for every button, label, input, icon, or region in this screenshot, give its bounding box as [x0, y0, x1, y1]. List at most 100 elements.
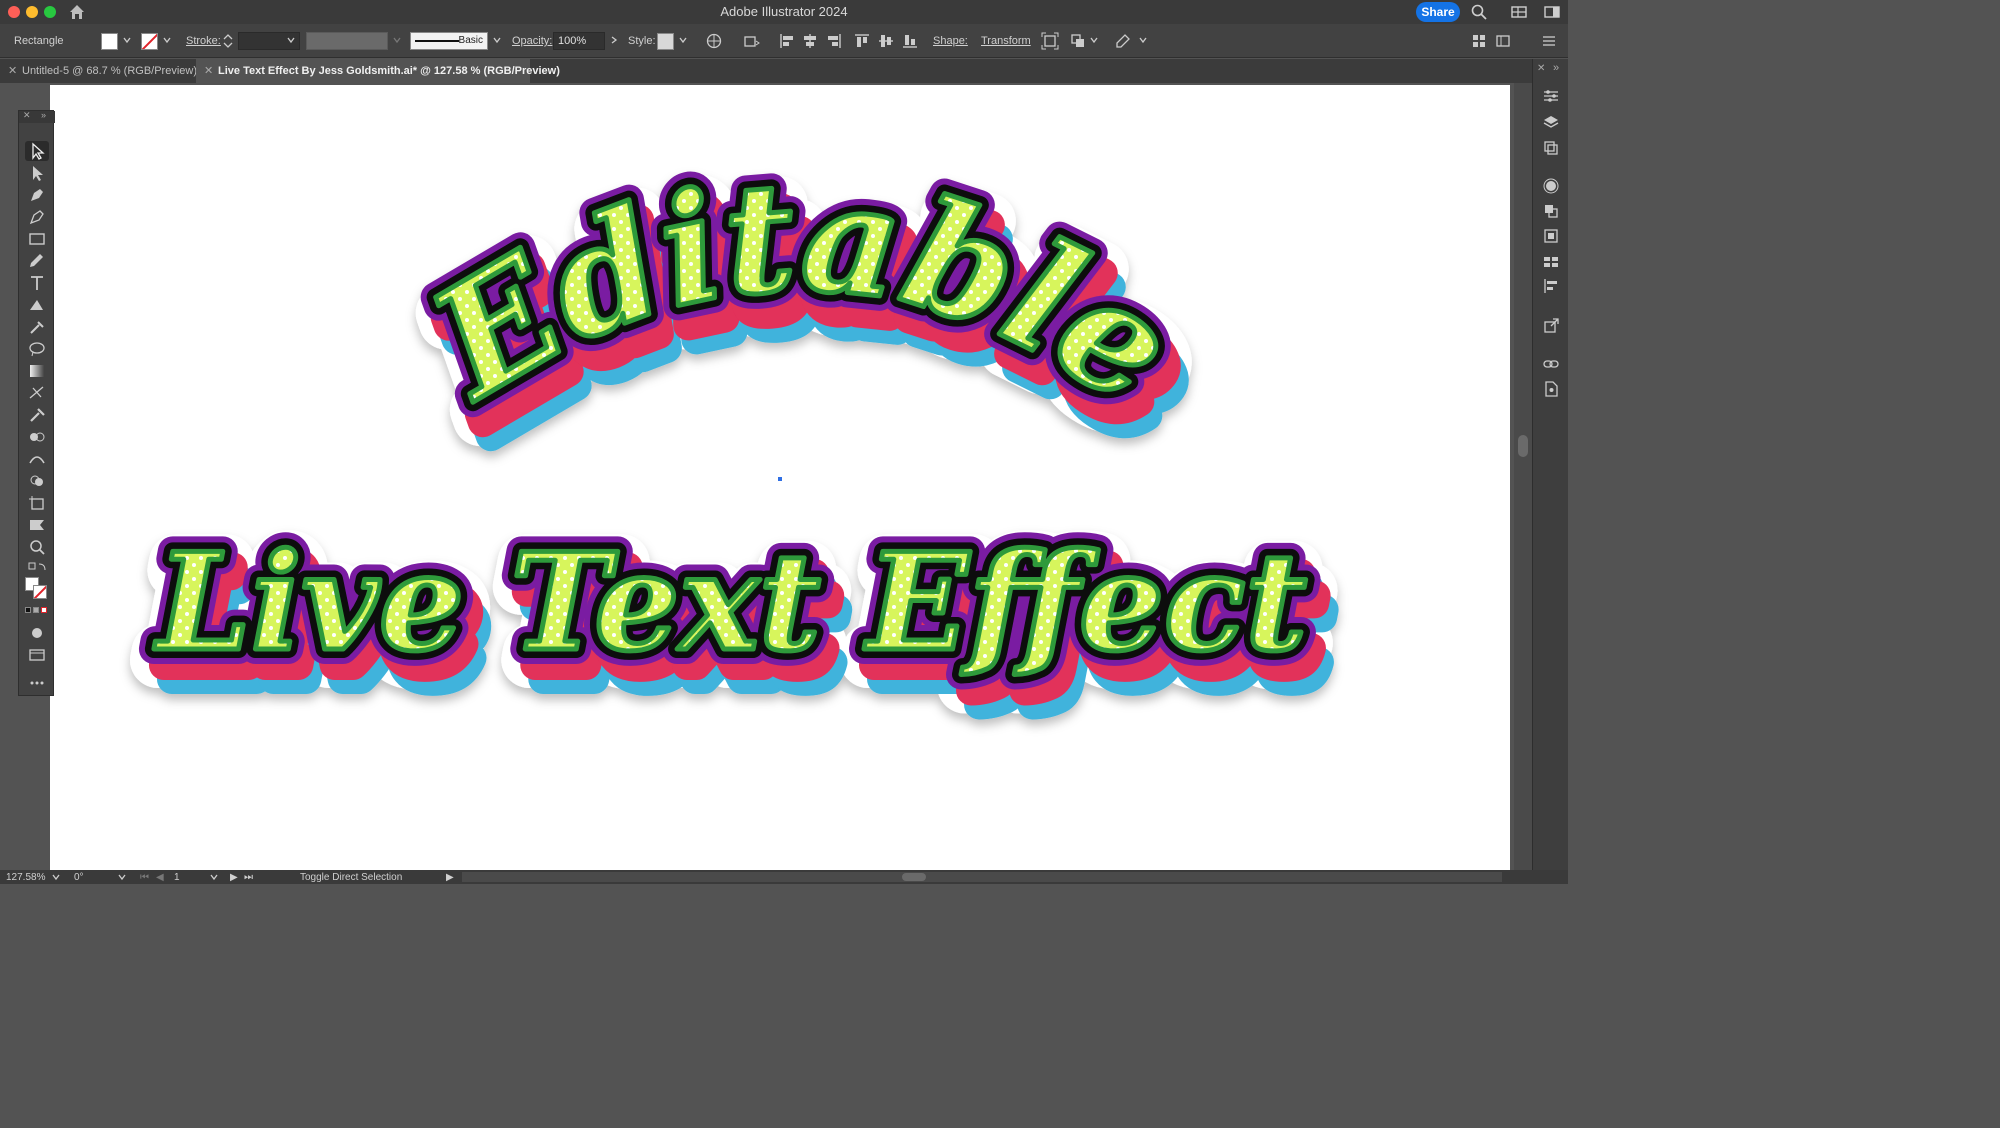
transform-panel-icon[interactable]: [1542, 227, 1560, 245]
recolor-artwork-icon[interactable]: [705, 32, 723, 50]
artboard-tool[interactable]: [25, 493, 49, 513]
swap-fill-stroke-icon[interactable]: [25, 557, 49, 571]
properties-icon[interactable]: [1542, 87, 1560, 105]
more-tools-icon[interactable]: [25, 673, 49, 693]
artboard-number[interactable]: 1: [174, 870, 180, 884]
tab-live-text-effect[interactable]: ✕ Live Text Effect By Jess Goldsmith.ai*…: [196, 59, 560, 83]
pathfinder-icon[interactable]: [1542, 202, 1560, 220]
artwork-canvas[interactable]: Editable Editable Editable Editable Edit…: [50, 85, 1510, 870]
gradient-tool[interactable]: [25, 361, 49, 381]
close-dock-icon[interactable]: ✕: [1537, 63, 1545, 74]
direct-selection-tool[interactable]: [25, 163, 49, 183]
tab-untitled-5[interactable]: ✕ Untitled-5 @ 68.7 % (RGB/Preview): [0, 59, 197, 83]
first-artboard-icon[interactable]: ⏮: [140, 870, 149, 884]
chevron-down-icon[interactable]: [1139, 36, 1147, 44]
chevron-right-icon[interactable]: [610, 36, 618, 44]
status-menu-icon[interactable]: ▶: [446, 870, 454, 884]
pencil-tool[interactable]: [25, 251, 49, 271]
document-info-icon[interactable]: [1542, 380, 1560, 398]
menu-icon[interactable]: [1540, 32, 1558, 50]
search-icon[interactable]: [1470, 3, 1488, 21]
expand-dock-icon[interactable]: »: [1553, 62, 1559, 74]
last-artboard-icon[interactable]: ⏭: [244, 870, 253, 884]
pen-tool[interactable]: [25, 185, 49, 205]
chevron-down-icon[interactable]: [123, 36, 131, 44]
libraries-icon[interactable]: [1542, 139, 1560, 157]
align-to-icon[interactable]: [742, 32, 760, 50]
fill-swatch[interactable]: [101, 33, 118, 50]
variable-width-profile[interactable]: [306, 32, 388, 50]
expand-panel-icon[interactable]: »: [41, 110, 46, 120]
draw-mode-tool[interactable]: [25, 623, 49, 643]
vertical-scrollbar[interactable]: [1514, 83, 1532, 870]
shaper-tool[interactable]: [25, 295, 49, 315]
rotation-value[interactable]: 0°: [74, 870, 84, 884]
tools-panel-header[interactable]: ✕ »: [19, 110, 55, 123]
slice-tool[interactable]: [25, 515, 49, 535]
chevron-down-icon[interactable]: [52, 873, 60, 881]
eyedropper-tool[interactable]: [25, 317, 49, 337]
previous-artboard-icon[interactable]: ◀: [156, 870, 164, 884]
layers-icon[interactable]: [1542, 113, 1560, 131]
export-icon[interactable]: [1542, 317, 1560, 335]
width-tool[interactable]: [25, 449, 49, 469]
mesh-tool[interactable]: [25, 383, 49, 403]
chevron-down-icon[interactable]: [287, 36, 295, 44]
edit-toolbar-icon[interactable]: [1114, 32, 1132, 50]
graphic-style-swatch[interactable]: [657, 33, 674, 50]
chevron-down-icon[interactable]: [1090, 36, 1098, 44]
stroke-swatch[interactable]: [141, 33, 158, 50]
chevron-down-icon[interactable]: [393, 36, 401, 44]
align-panel-icon[interactable]: [1542, 277, 1560, 295]
shape-label[interactable]: Shape:: [933, 24, 968, 58]
arched-editable-text[interactable]: Editable Editable Editable Editable Edit…: [381, 133, 1238, 487]
panel-toggle-icon[interactable]: [1543, 3, 1561, 21]
scroll-thumb[interactable]: [1518, 435, 1528, 457]
close-panel-icon[interactable]: ✕: [23, 110, 31, 121]
stroke-label[interactable]: Stroke:: [186, 24, 221, 58]
isolate-icon[interactable]: [1041, 32, 1059, 50]
align-top-icon[interactable]: [853, 32, 871, 50]
live-text-effect-text[interactable]: Live Text Effect Live Text Effect Live T…: [129, 506, 1340, 726]
shape-builder-tool[interactable]: [25, 471, 49, 491]
align-center-icon[interactable]: [801, 32, 819, 50]
next-artboard-icon[interactable]: ▶: [230, 870, 238, 884]
zoom-tool[interactable]: [25, 537, 49, 557]
align-middle-icon[interactable]: [877, 32, 895, 50]
selection-center-point[interactable]: [778, 477, 782, 481]
selection-tool[interactable]: [25, 141, 49, 161]
panel-options-icon[interactable]: [1494, 32, 1512, 50]
chevron-down-icon[interactable]: [163, 36, 171, 44]
align-left-icon[interactable]: [778, 32, 796, 50]
arrange-icon[interactable]: [1069, 32, 1087, 50]
rectangle-tool[interactable]: [25, 229, 49, 249]
blend-tool[interactable]: [25, 427, 49, 447]
screen-mode-tool[interactable]: [25, 645, 49, 665]
opacity-label[interactable]: Opacity:: [512, 24, 552, 58]
zoom-level[interactable]: 127.58%: [6, 870, 45, 884]
stepper-icon[interactable]: [222, 32, 234, 50]
share-button[interactable]: Share: [1416, 2, 1460, 22]
stroke-color-swatch[interactable]: [33, 585, 47, 599]
opacity-input[interactable]: 100%: [553, 32, 605, 50]
workspace-switcher-icon[interactable]: [1510, 3, 1528, 21]
swatches-icon[interactable]: [1542, 253, 1560, 271]
horizontal-scrollbar[interactable]: [462, 872, 1502, 882]
chevron-down-icon[interactable]: [118, 873, 126, 881]
grid-layout-icon[interactable]: [1470, 32, 1488, 50]
brush-definition-select[interactable]: Basic: [410, 32, 488, 50]
close-tab-icon[interactable]: ✕: [204, 59, 213, 83]
scroll-thumb[interactable]: [902, 873, 926, 881]
align-right-icon[interactable]: [825, 32, 843, 50]
chevron-down-icon[interactable]: [210, 873, 218, 881]
transform-button[interactable]: Transform: [981, 24, 1031, 58]
chevron-down-icon[interactable]: [679, 36, 687, 44]
align-bottom-icon[interactable]: [901, 32, 919, 50]
curvature-tool[interactable]: [25, 207, 49, 227]
type-tool[interactable]: [25, 273, 49, 293]
appearance-icon[interactable]: [1542, 177, 1560, 195]
links-icon[interactable]: [1542, 355, 1560, 373]
chevron-down-icon[interactable]: [493, 36, 501, 44]
color-mode-buttons[interactable]: [25, 607, 49, 615]
close-tab-icon[interactable]: ✕: [8, 59, 17, 83]
